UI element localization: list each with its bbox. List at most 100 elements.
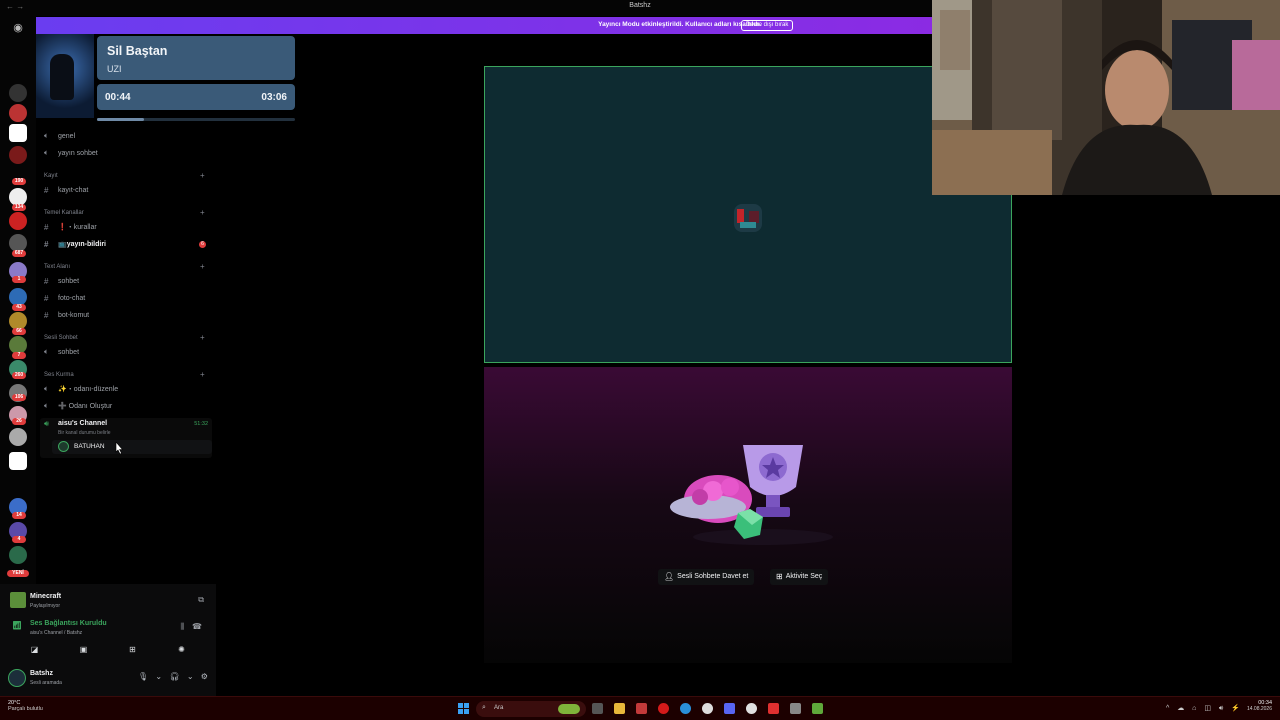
taskbar-search[interactable]: ⌕ Ara	[476, 701, 586, 717]
media-player-icon[interactable]	[768, 703, 779, 714]
share-screen-icon[interactable]: ⧉	[198, 595, 204, 605]
weather-widget[interactable]: 20°C Parçalı bulutlu	[8, 700, 43, 712]
server-icon[interactable]	[9, 546, 27, 564]
soundboard-icon[interactable]: ✺	[157, 642, 206, 658]
server-badge: 43	[12, 304, 26, 311]
category-header[interactable]: Kayıt	[44, 173, 58, 179]
activities-icon: ⊞	[776, 572, 783, 581]
activity-card[interactable]: Minecraft Paylaşılmıyor ⧉	[10, 590, 206, 612]
taskbar-clock[interactable]: 00:34 14.08.2026	[1236, 700, 1272, 712]
add-channel-icon[interactable]: +	[200, 171, 205, 180]
server-badge: 106	[12, 394, 26, 401]
voice-channel-name: aisu's Channel	[58, 420, 108, 427]
disable-streamer-mode-button[interactable]: Devre dışı bırak	[741, 20, 794, 31]
chatgpt-icon[interactable]	[702, 703, 713, 714]
server-icon[interactable]	[9, 428, 27, 446]
chevron-down-icon[interactable]: ⌄	[155, 672, 162, 681]
server-icon[interactable]	[9, 146, 27, 164]
chrome-icon[interactable]	[746, 703, 757, 714]
speaker-icon: 🔈︎	[44, 347, 49, 356]
store-icon[interactable]	[636, 703, 647, 714]
gear-icon[interactable]: ⚙︎	[201, 672, 208, 681]
task-view-icon[interactable]	[592, 703, 603, 714]
category-header[interactable]: Sesli Sohbet	[44, 335, 78, 341]
weather-desc: Parçalı bulutlu	[8, 706, 43, 712]
mouse-cursor-icon	[115, 442, 123, 454]
add-channel-icon[interactable]: +	[200, 208, 205, 217]
invite-to-voice-button[interactable]: 👤︎ Sesli Sohbete Davet et	[658, 569, 755, 585]
participant-avatar	[734, 204, 762, 232]
system-tray[interactable]: ^ ☁ ⌂ ◫ 🔊︎ ⚡	[1166, 704, 1243, 713]
current-time: 00:44	[105, 92, 131, 103]
text-channel[interactable]: # sohbet	[44, 274, 79, 288]
app-icon[interactable]	[790, 703, 801, 714]
channel-label: bot-komut	[58, 311, 90, 319]
speaker-icon: 🔈︎	[44, 384, 49, 393]
channel-label: foto-chat	[58, 294, 86, 302]
add-channel-icon[interactable]: +	[200, 333, 205, 342]
add-channel-icon[interactable]: +	[200, 370, 205, 379]
server-icon[interactable]	[9, 452, 27, 470]
activities-icon[interactable]: ⊞	[108, 642, 157, 658]
voice-channel[interactable]: 🔈︎ sohbet	[44, 345, 79, 359]
streamer-mode-notice: Yayıncı Modu etkinleştirildi. Kullanıcı …	[36, 17, 934, 34]
invite-button-label: Sesli Sohbete Davet et	[677, 573, 749, 580]
voice-channel[interactable]: 🔈︎ ➕ Odanı Oluştur	[44, 399, 112, 413]
voice-channel[interactable]: 🔈︎ ✨・odanı-düzenle	[44, 382, 118, 396]
channel-label: ✨・odanı-düzenle	[58, 386, 119, 393]
discord-icon[interactable]	[724, 703, 735, 714]
category-header[interactable]: Temel Kanallar	[44, 210, 84, 216]
voice-channel-status[interactable]: Bir kanal durumu belirle	[58, 430, 111, 436]
voice-channel[interactable]: 🔈︎ yayın sohbet	[44, 146, 98, 160]
text-channel[interactable]: # ❗・kurallar	[44, 220, 97, 234]
server-x-icon[interactable]	[9, 124, 27, 142]
screen-share-icon[interactable]: ▣	[59, 642, 108, 658]
channel-label: sohbet	[58, 348, 80, 356]
user-info[interactable]: Batshz Sesli aramada 🎙︎ ⌄ 🎧︎ ⌄ ⚙︎	[8, 666, 208, 690]
trophy-illustration	[670, 445, 833, 545]
search-label: Ara	[494, 705, 504, 711]
song-title: Sil Baştan	[107, 44, 168, 58]
text-channel[interactable]: # foto-chat	[44, 291, 85, 305]
file-explorer-icon[interactable]	[614, 703, 625, 714]
channel-label: 📺yayın-bildiri	[58, 241, 107, 248]
clock-date: 14.08.2026	[1246, 706, 1272, 712]
camera-off-icon[interactable]: ◪	[10, 642, 59, 658]
category-header[interactable]: Text Alanı	[44, 264, 70, 270]
noise-suppression-icon[interactable]: ⫼	[180, 622, 184, 632]
discord-home-icon[interactable]: ◉	[9, 21, 27, 34]
headphones-icon[interactable]: 🎧︎	[169, 672, 179, 681]
server-icon[interactable]	[9, 212, 27, 230]
opera-icon[interactable]	[658, 703, 669, 714]
total-time: 03:06	[261, 92, 287, 103]
text-channel[interactable]: # bot-komut	[44, 308, 89, 322]
text-channel[interactable]: # 📺yayın-bildiri	[44, 237, 106, 251]
username: Batshz	[30, 670, 53, 677]
category-header[interactable]: Ses Kurma	[44, 372, 74, 378]
search-highlight-icon	[558, 704, 580, 714]
chevron-down-icon[interactable]: ⌄	[187, 672, 194, 681]
hash-icon: #	[44, 239, 49, 249]
song-time: 00:44 03:06	[97, 84, 295, 110]
choose-activity-button[interactable]: ⊞ Aktivite Seç	[770, 569, 829, 585]
disconnect-icon[interactable]: ☎︎	[192, 622, 202, 631]
windows-start-icon[interactable]	[458, 703, 469, 714]
song-artist: UZI	[107, 64, 122, 74]
voice-connection-channel[interactable]: aisu's Channel / Batshz	[30, 630, 82, 636]
edge-icon[interactable]	[680, 703, 691, 714]
server-icon[interactable]	[9, 104, 27, 122]
voice-connection-status[interactable]: Ses Bağlantısı Kuruldu	[30, 620, 107, 627]
server-badge: 134	[12, 204, 26, 211]
text-channel[interactable]: # kayıt-chat	[44, 183, 88, 197]
channel-label: yayın sohbet	[58, 149, 98, 157]
voice-member[interactable]: BATUHAN	[52, 440, 212, 454]
minecraft-icon[interactable]	[812, 703, 823, 714]
hash-icon: #	[44, 185, 49, 195]
search-icon: ⌕	[482, 704, 486, 711]
voice-channel[interactable]: 🔈︎ genel	[44, 129, 75, 143]
signal-icon: 📶︎	[12, 621, 23, 630]
activity-button-label: Aktivite Seç	[785, 573, 823, 580]
add-channel-icon[interactable]: +	[200, 262, 205, 271]
server-icon[interactable]	[9, 84, 27, 102]
microphone-icon[interactable]: 🎙︎	[138, 672, 148, 681]
